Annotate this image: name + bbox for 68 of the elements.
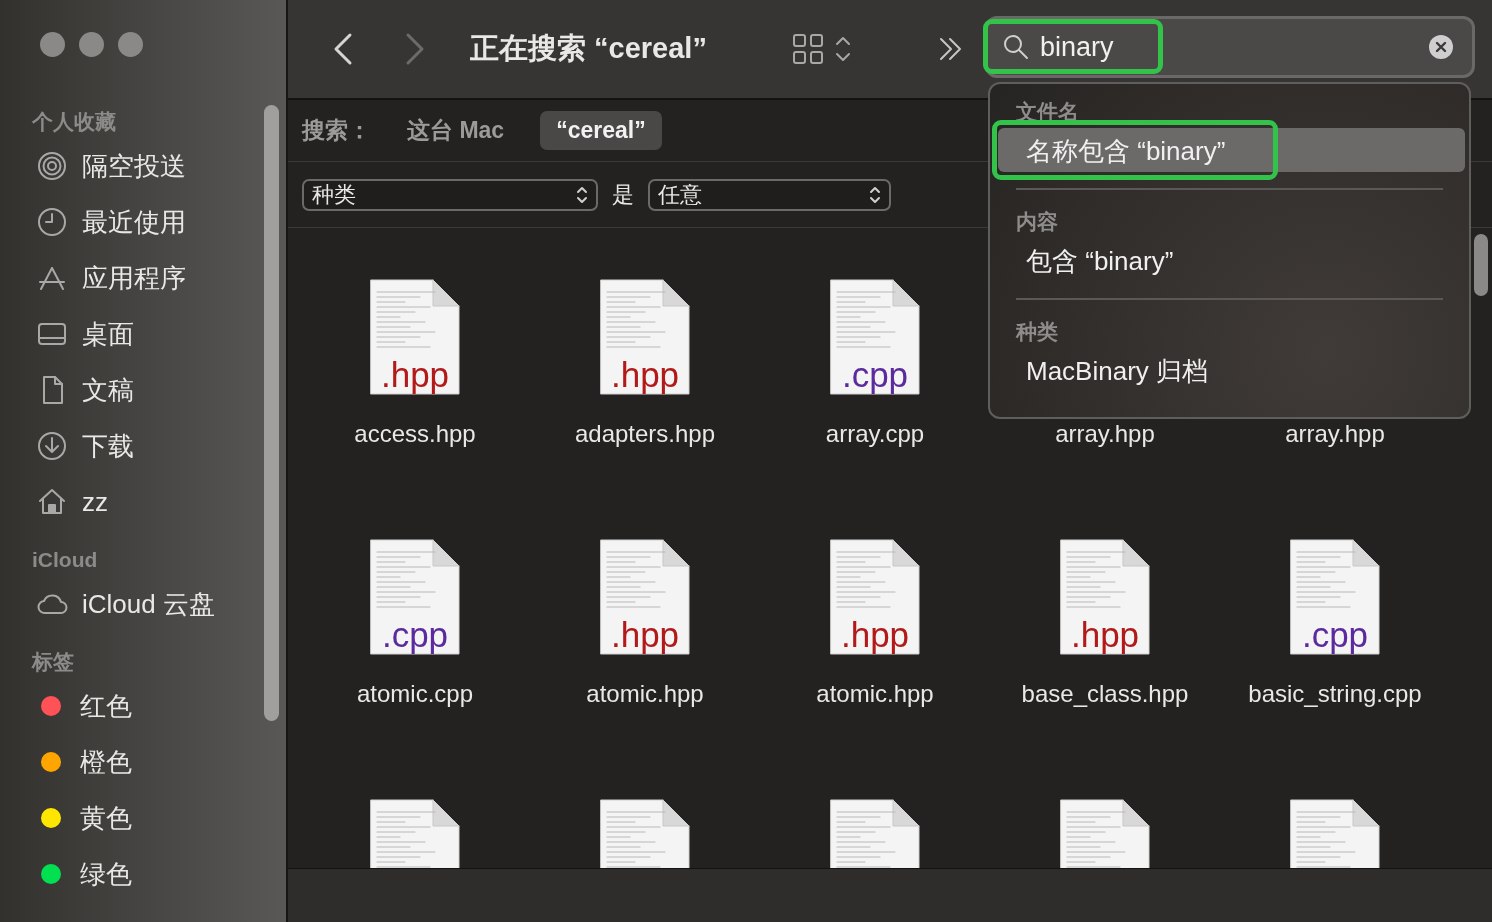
- window-control-button[interactable]: [79, 32, 104, 57]
- file-extension: .hpp: [840, 617, 910, 652]
- clock-icon: [36, 206, 68, 238]
- search-field[interactable]: binary: [985, 16, 1475, 78]
- value-dropdown[interactable]: 任意: [648, 178, 891, 211]
- file-extension: .hpp: [610, 617, 680, 652]
- file-name[interactable]: basic_string.cpp: [1248, 676, 1422, 708]
- stepper-icon: [869, 184, 881, 205]
- file-icon[interactable]: [1289, 538, 1381, 656]
- sidebar-label[interactable]: 桌面: [82, 314, 134, 354]
- file-extension: .hpp: [380, 357, 450, 392]
- search-icon: [1002, 33, 1030, 61]
- scrollbar-thumb[interactable]: [1474, 234, 1488, 296]
- clear-icon[interactable]: [1428, 34, 1454, 60]
- scope-tab[interactable]: “cereal”: [540, 111, 662, 150]
- file-extension: .cpp: [1301, 617, 1369, 652]
- file-icon[interactable]: [829, 538, 921, 656]
- file-name[interactable]: access.hpp: [354, 416, 476, 448]
- file-name[interactable]: array.cpp: [825, 416, 925, 448]
- sidebar-label[interactable]: 应用程序: [82, 258, 186, 298]
- file-name[interactable]: atomic.hpp: [816, 676, 934, 708]
- file-extension: .hpp: [1070, 617, 1140, 652]
- window-control-button[interactable]: [118, 32, 143, 57]
- sidebar-label[interactable]: 隔空投送: [82, 146, 186, 186]
- sidebar-label[interactable]: 文稿: [82, 370, 134, 410]
- file-icon[interactable]: [599, 538, 691, 656]
- sidebar-label[interactable]: 绿色: [80, 854, 132, 894]
- file-extension: .cpp: [841, 357, 909, 392]
- menu-item[interactable]: 包含 “binary”: [998, 238, 1465, 282]
- scope-label: 搜索：: [302, 116, 371, 146]
- file-icon[interactable]: [369, 538, 461, 656]
- search-input[interactable]: binary: [1040, 26, 1420, 68]
- sidebar-label[interactable]: 最近使用: [82, 202, 186, 242]
- file-icon[interactable]: [1059, 538, 1151, 656]
- scrollbar-thumb[interactable]: [264, 105, 279, 721]
- attribute-dropdown[interactable]: 种类: [302, 178, 598, 211]
- sidebar-label[interactable]: 橙色: [80, 742, 132, 782]
- file-name[interactable]: base_class.hpp: [1021, 676, 1189, 708]
- file-name[interactable]: array.hpp: [1055, 416, 1155, 448]
- window-control-button[interactable]: [40, 32, 65, 57]
- grid-view-icon[interactable]: [790, 32, 825, 66]
- operator-label: 是: [612, 181, 634, 209]
- sidebar-label[interactable]: iCloud 云盘: [82, 584, 215, 624]
- stepper-icon: [576, 184, 588, 205]
- menu-item[interactable]: MacBinary 归档: [998, 348, 1465, 392]
- file-name[interactable]: array.hpp: [1285, 416, 1385, 448]
- file-icon[interactable]: [599, 278, 691, 396]
- menu-section-header: 内容: [1015, 209, 1058, 235]
- section-header: 标签: [30, 649, 74, 675]
- file-name[interactable]: atomic.cpp: [356, 676, 474, 708]
- window-title: 正在搜索 “cereal”: [470, 31, 707, 67]
- sidebar-label[interactable]: 黄色: [80, 798, 132, 838]
- sidebar-label[interactable]: 下载: [82, 426, 134, 466]
- download-icon: [36, 430, 68, 462]
- sidebar-label[interactable]: zz: [82, 482, 108, 522]
- file-extension: .cpp: [381, 617, 449, 652]
- airdrop-icon: [36, 150, 68, 182]
- menu-section-header: 种类: [1014, 319, 1058, 345]
- section-header: iCloud: [31, 547, 98, 573]
- file-extension: .hpp: [610, 357, 680, 392]
- sidebar-label[interactable]: 红色: [80, 686, 132, 726]
- file-icon[interactable]: [369, 278, 461, 396]
- file-icon[interactable]: [829, 278, 921, 396]
- file-name[interactable]: atomic.hpp: [586, 676, 704, 708]
- menu-item[interactable]: 名称包含 “binary”: [998, 128, 1465, 172]
- file-name[interactable]: adapters.hpp: [574, 416, 716, 448]
- section-header: 个人收藏: [31, 109, 116, 135]
- scope-tab[interactable]: 这台 Mac: [391, 111, 521, 150]
